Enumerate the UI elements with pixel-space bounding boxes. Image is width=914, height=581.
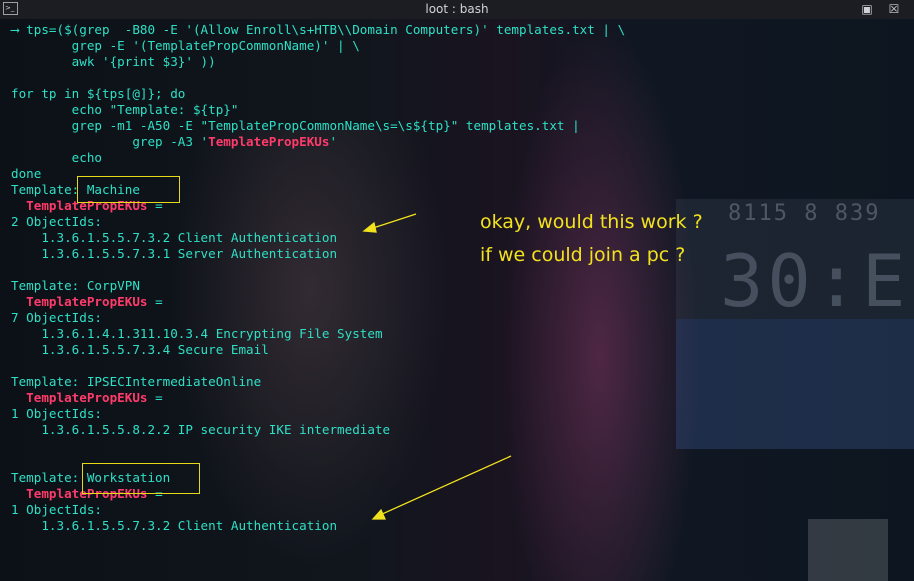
annotation-arrows [362,213,512,520]
arrow-workstation [379,455,512,516]
annotation-line-2: if we could join a pc ? [480,244,686,266]
arrow-machine [369,213,417,230]
annotation-line-1: okay, would this work ? [480,211,703,233]
